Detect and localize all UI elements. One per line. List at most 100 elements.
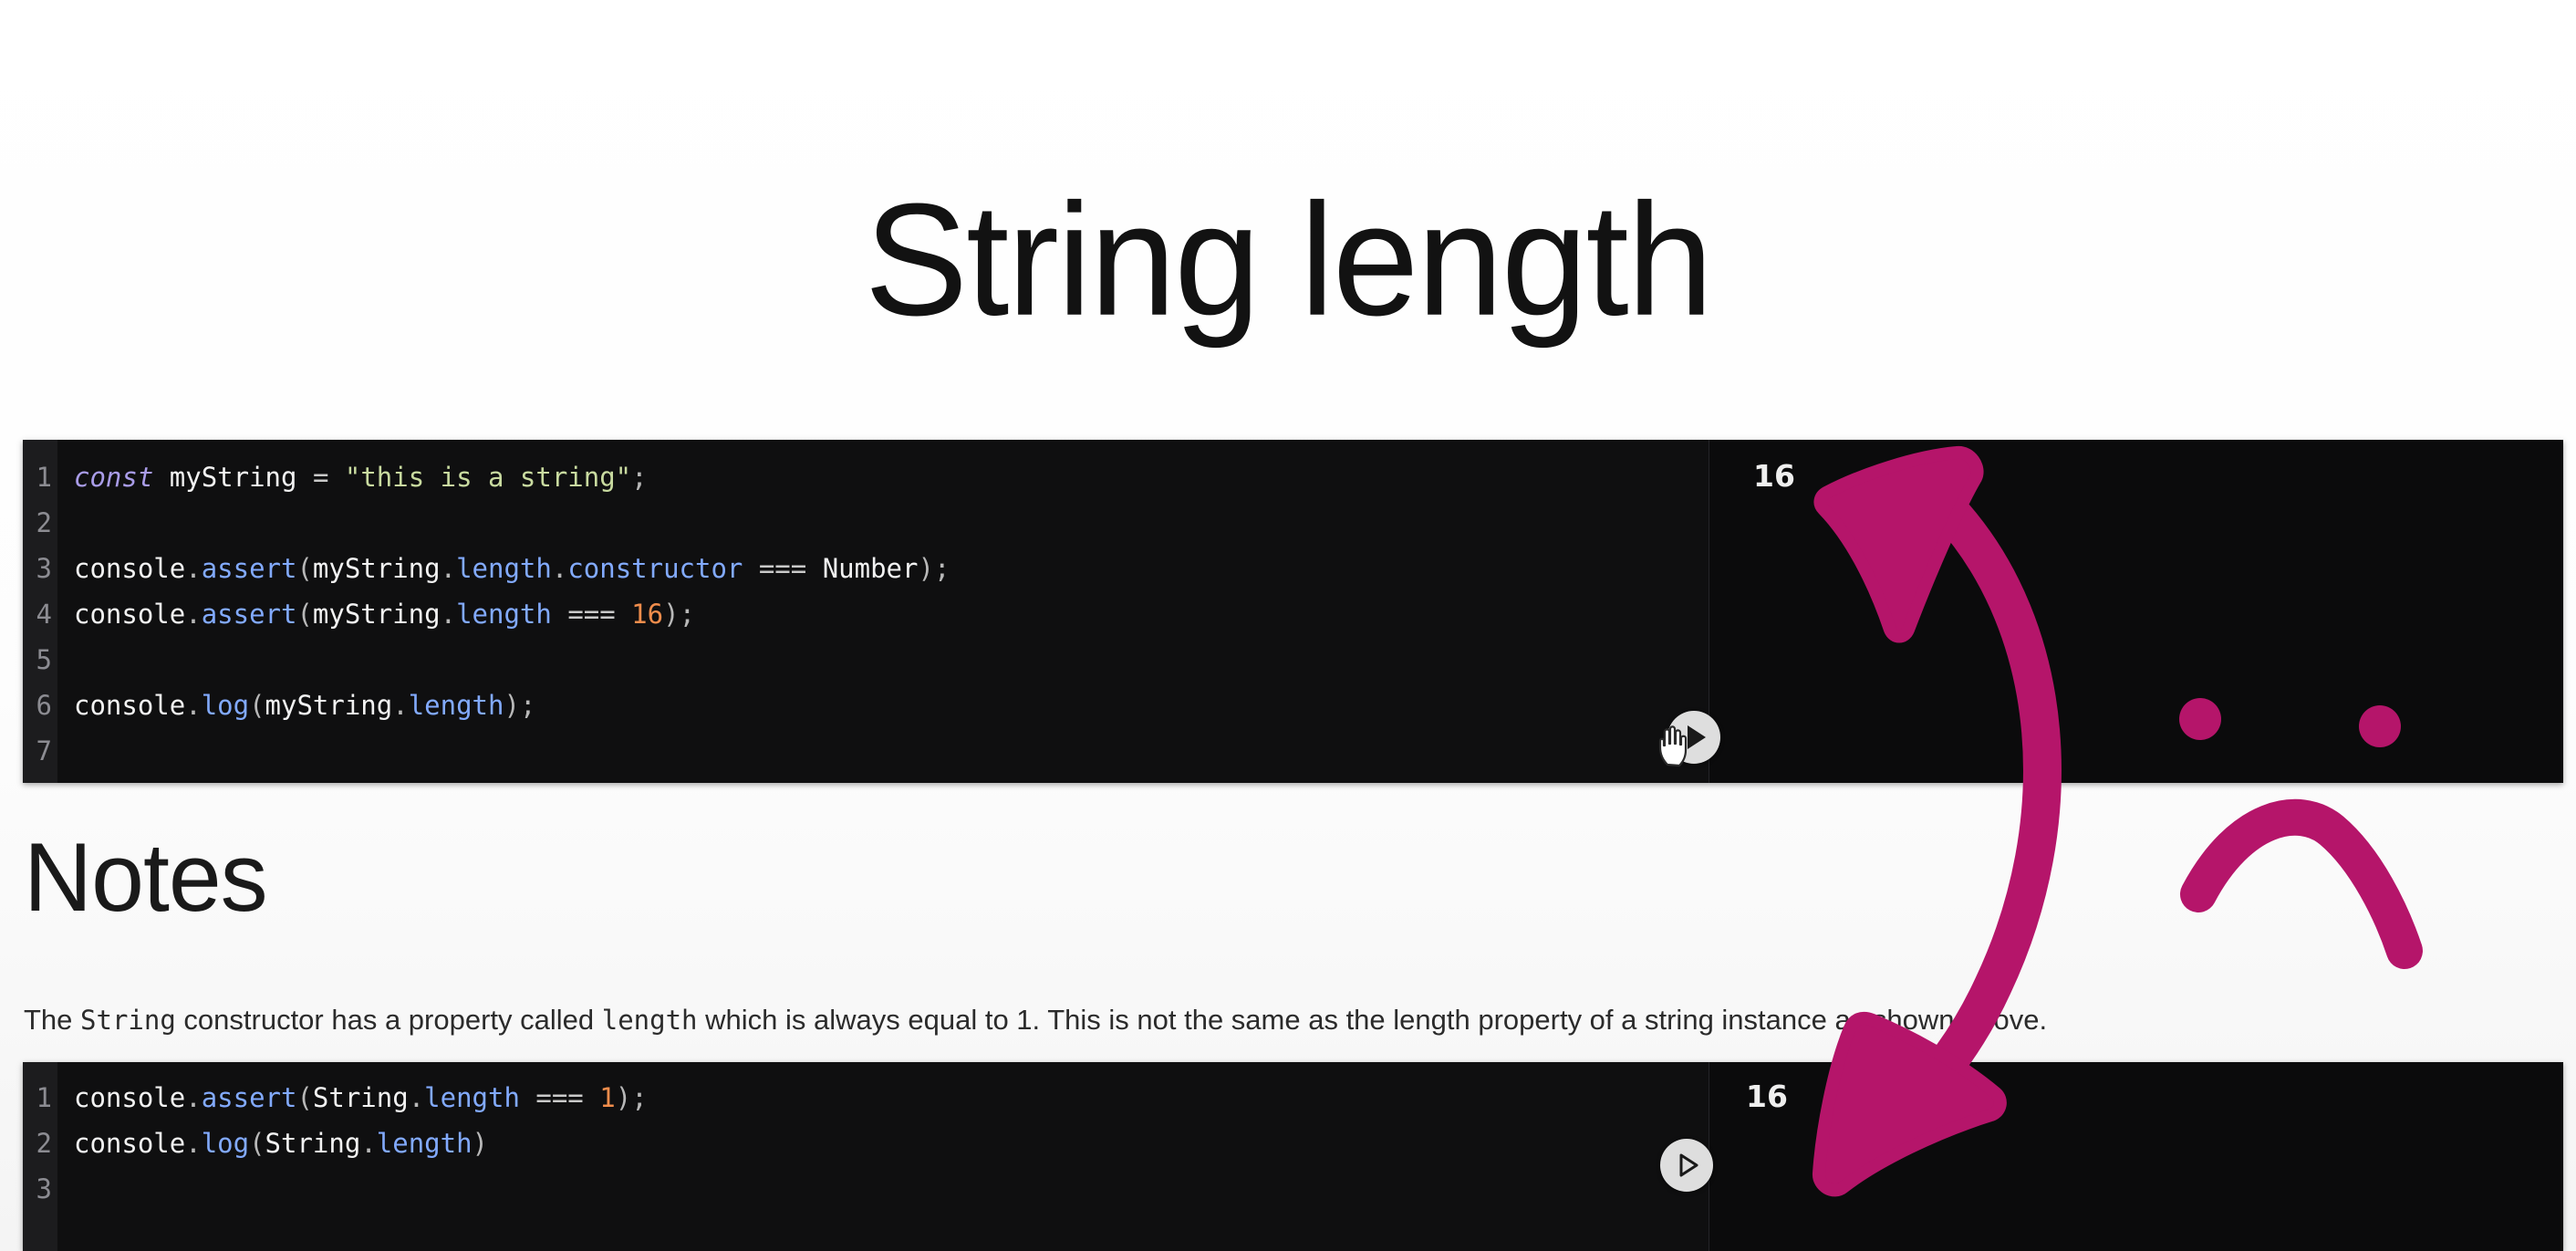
- code-editor-bottom[interactable]: 1 2 3 console.assert(String.length === 1);…: [23, 1062, 2563, 1251]
- code-token: (: [249, 690, 265, 721]
- code-token: constructor: [567, 553, 743, 584]
- code-token: console: [74, 690, 186, 721]
- play-icon: [1688, 725, 1706, 749]
- code-token: ===: [535, 1082, 584, 1113]
- code-pane-top[interactable]: 1 2 3 4 5 6 7 const myString = "this is a stri…: [23, 440, 1709, 783]
- code-editor-top[interactable]: 1 2 3 4 5 6 7 const myString = "this is a stri…: [23, 440, 2563, 783]
- code-line: console.assert(String.length === 1);: [74, 1075, 1709, 1121]
- code-token: myString: [169, 462, 297, 493]
- code-token: .: [360, 1128, 377, 1159]
- code-token: "this is a string": [344, 462, 632, 493]
- code-token: ): [615, 1082, 632, 1113]
- code-token: 16: [631, 599, 664, 630]
- page-title: String length: [864, 171, 1714, 349]
- code-text-bottom[interactable]: console.assert(String.length === 1); cons…: [57, 1062, 1709, 1251]
- code-token: log: [201, 1128, 250, 1159]
- code-token: .: [440, 553, 457, 584]
- notes-text: which is always equal to 1. This is not …: [697, 1004, 2048, 1036]
- code-token: ===: [758, 553, 807, 584]
- code-token: ;: [631, 462, 648, 493]
- line-number: 1: [36, 462, 52, 493]
- output-pane-bottom: 16: [1660, 1062, 2563, 1251]
- code-token: .: [551, 553, 568, 584]
- code-token: log: [201, 690, 250, 721]
- code-pane-bottom[interactable]: 1 2 3 console.assert(String.length === 1);…: [23, 1062, 1709, 1251]
- line-number: 2: [36, 507, 52, 538]
- code-token: (: [296, 553, 313, 584]
- code-token: console: [74, 599, 186, 630]
- code-token: length: [424, 1082, 520, 1113]
- line-number-gutter-top: 1 2 3 4 5 6 7: [23, 440, 57, 783]
- code-line: console.log(myString.length);: [74, 683, 1709, 728]
- code-token: assert: [201, 599, 297, 630]
- code-token: =: [312, 462, 329, 493]
- line-number: 6: [36, 690, 52, 721]
- code-token: ;: [519, 690, 536, 721]
- code-token: assert: [201, 1082, 297, 1113]
- code-token: String: [312, 1082, 409, 1113]
- line-number: 4: [36, 599, 52, 630]
- code-line: console.assert(myString.length === 16);: [74, 591, 1709, 637]
- console-output-value-top: 16: [1753, 458, 1795, 494]
- code-token: .: [392, 690, 409, 721]
- line-number: 2: [36, 1128, 52, 1159]
- code-token: myString: [312, 599, 441, 630]
- code-token: length: [376, 1128, 473, 1159]
- code-line: console.assert(myString.length.construct…: [74, 546, 1709, 591]
- code-token: console: [74, 1128, 186, 1159]
- code-token: myString: [265, 690, 393, 721]
- line-number: 5: [36, 644, 52, 675]
- line-number: 3: [36, 553, 52, 584]
- output-pane-top: 16: [1658, 440, 2563, 783]
- code-token: (: [249, 1128, 265, 1159]
- console-output-value-bottom: 16: [1746, 1079, 1788, 1114]
- code-token: String: [265, 1128, 361, 1159]
- line-number: 7: [36, 735, 52, 766]
- code-token: .: [185, 690, 202, 721]
- code-token: length: [456, 599, 552, 630]
- code-token: .: [185, 1082, 202, 1113]
- code-token: console: [74, 1082, 186, 1113]
- code-token: .: [185, 599, 202, 630]
- code-token: ;: [679, 599, 696, 630]
- line-number: 3: [36, 1173, 52, 1204]
- code-token: console: [74, 553, 186, 584]
- line-number-gutter-bottom: 1 2 3: [23, 1062, 57, 1251]
- code-token: ): [472, 1128, 489, 1159]
- code-token: myString: [312, 553, 441, 584]
- code-text-top[interactable]: const myString = "this is a string"; con…: [57, 440, 1709, 783]
- line-number: 1: [36, 1082, 52, 1113]
- notes-paragraph: The String constructor has a property ca…: [24, 1001, 2541, 1039]
- code-line: console.log(String.length): [74, 1121, 1709, 1166]
- code-token: (: [296, 599, 313, 630]
- notes-text: The: [24, 1004, 81, 1036]
- code-token: .: [185, 1128, 202, 1159]
- code-token: .: [440, 599, 457, 630]
- annotation-face-frown: [2180, 798, 2423, 969]
- inline-code: length: [601, 1005, 698, 1036]
- run-button-bottom[interactable]: [1660, 1139, 1713, 1192]
- code-line: const myString = "this is a string";: [74, 454, 1709, 500]
- code-token: ): [918, 553, 934, 584]
- code-token: Number: [822, 553, 919, 584]
- code-token: 1: [599, 1082, 616, 1113]
- code-token: .: [408, 1082, 425, 1113]
- code-token: const: [74, 462, 154, 493]
- notes-text: constructor has a property called: [175, 1004, 602, 1036]
- play-icon: [1679, 1153, 1698, 1177]
- code-token: ;: [933, 553, 950, 584]
- code-token: assert: [201, 553, 297, 584]
- run-button-top[interactable]: [1667, 711, 1720, 764]
- code-token: length: [456, 553, 552, 584]
